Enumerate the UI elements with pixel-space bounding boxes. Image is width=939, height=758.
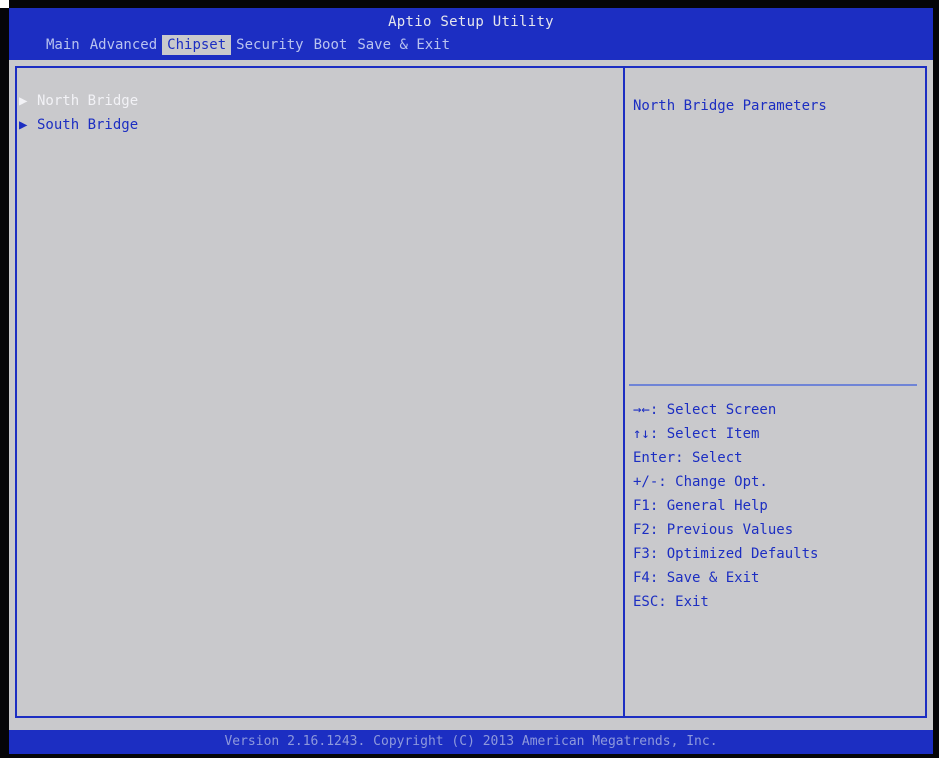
menu-item-label: North Bridge <box>37 93 139 109</box>
key-f4: F4: Save & Exit <box>633 570 760 586</box>
key-f3: F3: Optimized Defaults <box>633 546 819 562</box>
content-frame: ▶ North Bridge ▶ South Bridge North Bridge… <box>15 66 927 718</box>
key-change-opt: +/-: Change Opt. <box>633 474 768 490</box>
key-f2: F2: Previous Values <box>633 522 794 538</box>
submenu-arrow-icon: ▶ <box>19 117 28 133</box>
menu-item-label: South Bridge <box>37 117 139 133</box>
key-legend: →←: Select Screen ↑↓: Select Item Enter:… <box>633 398 818 614</box>
tab-save-exit[interactable]: Save & Exit <box>352 35 455 55</box>
menu-pane: ▶ North Bridge ▶ South Bridge <box>17 68 621 716</box>
submenu-arrow-icon: ▶ <box>19 93 28 109</box>
help-pane: North Bridge Parameters →←: Select Scree… <box>627 68 925 716</box>
tab-chipset[interactable]: Chipset <box>162 35 232 55</box>
tab-advanced[interactable]: Advanced <box>85 35 162 55</box>
bios-screen: Aptio Setup Utility Main Advanced Chipse… <box>9 8 933 754</box>
key-esc: ESC: Exit <box>633 594 709 610</box>
menu-item-north-bridge[interactable]: ▶ North Bridge <box>19 90 138 112</box>
tab-bar: Main Advanced Chipset Security Boot Save… <box>41 35 455 55</box>
footer-bar: Version 2.16.1243. Copyright (C) 2013 Am… <box>9 730 933 754</box>
key-enter: Enter: Select <box>633 450 743 466</box>
key-f1: F1: General Help <box>633 498 768 514</box>
key-select-screen: →←: Select Screen <box>633 402 777 418</box>
item-help-text: North Bridge Parameters <box>633 98 827 114</box>
tab-security[interactable]: Security <box>231 35 308 55</box>
key-select-item: ↑↓: Select Item <box>633 426 760 442</box>
menu-item-south-bridge[interactable]: ▶ South Bridge <box>19 114 138 136</box>
help-separator <box>629 384 917 386</box>
header-bar: Aptio Setup Utility Main Advanced Chipse… <box>9 8 933 60</box>
tab-boot[interactable]: Boot <box>309 35 353 55</box>
utility-title: Aptio Setup Utility <box>388 14 554 30</box>
tab-main[interactable]: Main <box>41 35 85 55</box>
pane-divider <box>623 68 625 716</box>
version-text: Version 2.16.1243. Copyright (C) 2013 Am… <box>224 734 718 749</box>
top-left-artifact <box>0 0 9 8</box>
